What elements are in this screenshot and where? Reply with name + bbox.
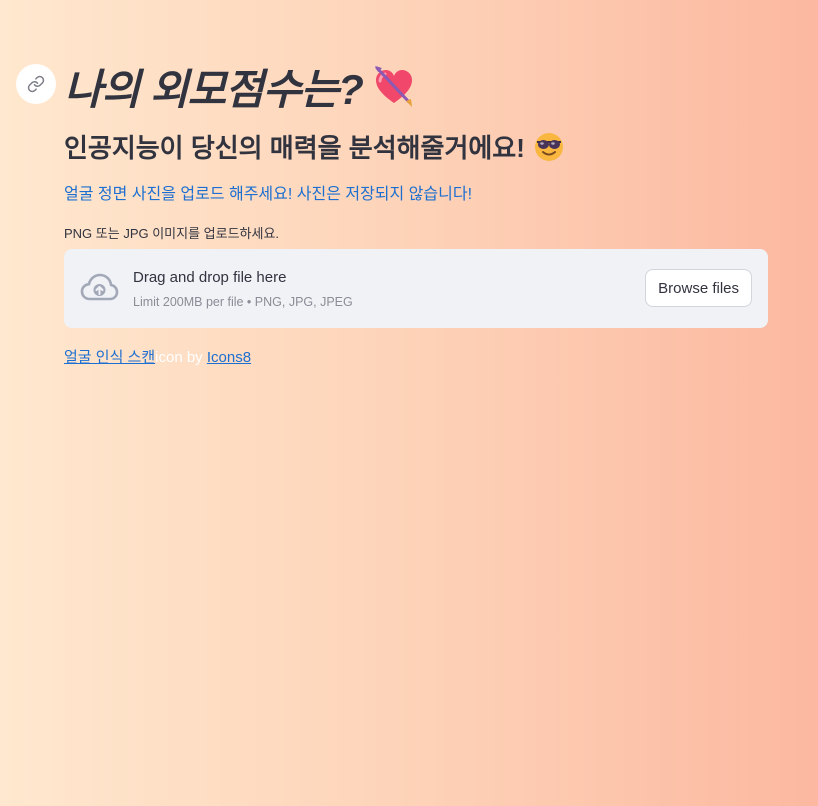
dropzone-limit-text: Limit 200MB per file • PNG, JPG, JPEG (133, 295, 353, 309)
smiling-face-with-sunglasses-icon (534, 132, 563, 161)
page-subtitle: 인공지능이 당신의 매력을 분석해줄거에요! (64, 128, 565, 165)
dropzone-instruction: Drag and drop file here (133, 269, 287, 286)
anchor-link-button[interactable] (16, 64, 56, 104)
cloud-upload-icon (80, 273, 119, 301)
page-title: 나의 외모점수는? (64, 56, 415, 117)
page-title-text: 나의 외모점수는? (64, 66, 364, 113)
heart-with-arrow-icon (374, 65, 412, 107)
credit-text: icon by (155, 349, 203, 366)
upload-notice: 얼굴 정면 사진을 업로드 해주세요! 사진은 저장되지 않습니다! (64, 186, 473, 203)
link-icon (27, 75, 45, 93)
file-dropzone[interactable]: Drag and drop file here Limit 200MB per … (64, 249, 768, 328)
face-scan-link[interactable]: 얼굴 인식 스캔 (64, 349, 155, 366)
icon-credit: 얼굴 인식 스캔icon by Icons8 (64, 346, 251, 367)
icons8-link[interactable]: Icons8 (207, 349, 251, 366)
uploader-label: PNG 또는 JPG 이미지를 업로드하세요. (64, 226, 280, 241)
browse-files-button[interactable]: Browse files (645, 269, 752, 307)
page-subtitle-text: 인공지능이 당신의 매력을 분석해줄거에요! (64, 133, 525, 163)
